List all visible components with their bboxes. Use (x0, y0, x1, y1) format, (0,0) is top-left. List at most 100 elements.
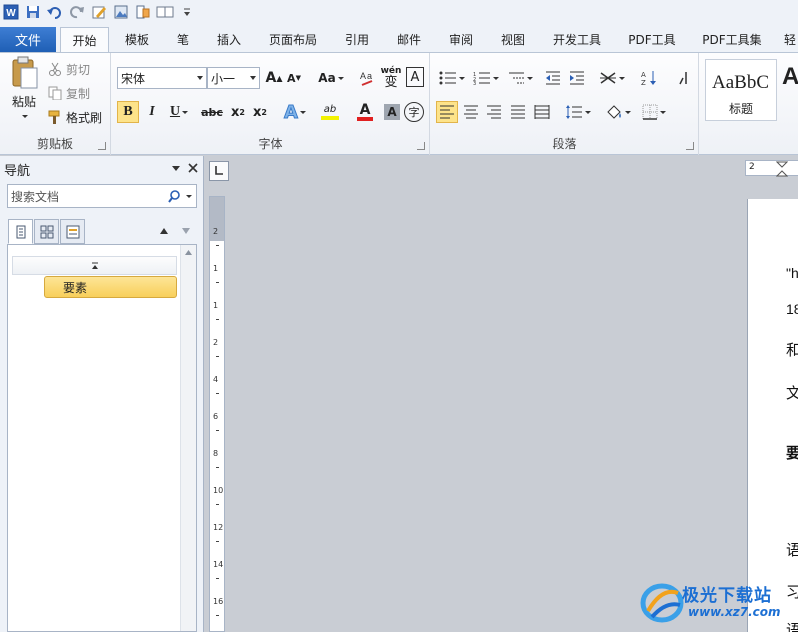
format-painter-button[interactable]: 格式刷 (48, 107, 102, 127)
tab-headings[interactable] (8, 219, 33, 244)
scroll-up-icon[interactable] (184, 249, 193, 256)
bullets-button[interactable] (437, 67, 467, 89)
shrink-font-button[interactable]: A ▼ (285, 68, 303, 88)
borders-button[interactable] (639, 101, 669, 123)
decrease-indent-button[interactable] (543, 67, 563, 89)
vertical-ruler[interactable]: 21124681012141618 (209, 196, 225, 632)
bold-button[interactable]: B (117, 101, 139, 123)
image-icon[interactable] (112, 3, 130, 21)
list-item[interactable]: 要素 (44, 276, 177, 298)
tab-references[interactable]: 引用 (336, 27, 378, 52)
book-icon[interactable] (156, 3, 174, 21)
align-left-button[interactable] (436, 101, 458, 123)
styles-group: AaBbC 标题 A (700, 53, 798, 155)
tab-results[interactable] (60, 219, 85, 244)
underline-button[interactable]: U (165, 101, 193, 123)
customize-icon[interactable] (178, 3, 196, 21)
clear-format-button[interactable]: Aa (358, 67, 378, 89)
paste-button[interactable]: 粘贴 (4, 56, 44, 126)
grow-font-button[interactable]: A ▲ (265, 68, 283, 88)
tab-home[interactable]: 开始 (60, 27, 109, 52)
font-name-value: 宋体 (121, 71, 146, 86)
multilevel-list-button[interactable] (505, 67, 535, 89)
scrollbar[interactable] (180, 245, 196, 631)
undo-icon[interactable] (46, 3, 64, 21)
justify-button[interactable] (507, 101, 529, 123)
close-icon[interactable] (186, 161, 200, 175)
tab-mailings[interactable]: 邮件 (388, 27, 430, 52)
font-name-combo[interactable]: 宋体 (117, 67, 207, 89)
show-marks-button[interactable] (673, 67, 693, 89)
tab-template[interactable]: 模板 (113, 27, 161, 52)
change-case-button[interactable]: Aa (317, 68, 345, 88)
style-heading-tile[interactable]: AaBbC 标题 (705, 59, 777, 121)
tab-page-layout[interactable]: 页面布局 (262, 27, 324, 52)
cut-button[interactable]: 剪切 (48, 59, 90, 79)
font-size-combo[interactable]: 小一 (207, 67, 260, 89)
superscript-mark: 2 (261, 107, 267, 117)
pane-options-icon[interactable] (170, 162, 182, 174)
tab-pen[interactable]: 笔 (167, 27, 199, 52)
tab-insert[interactable]: 插入 (207, 27, 251, 52)
tab-view[interactable]: 视图 (492, 27, 534, 52)
paragraph-launcher-icon[interactable] (686, 142, 694, 150)
tab-file[interactable]: 文件 (0, 27, 56, 52)
italic-button[interactable]: I (143, 101, 161, 123)
search-icon[interactable] (168, 190, 180, 203)
previous-heading-icon[interactable] (158, 225, 170, 237)
increase-indent-button[interactable] (567, 67, 587, 89)
highlight-button[interactable]: ab (313, 101, 347, 123)
tab-review[interactable]: 审阅 (440, 27, 482, 52)
ruler-number: 14 (213, 560, 224, 569)
line-spacing-button[interactable] (563, 101, 593, 123)
search-input[interactable]: 搜索文档 (7, 184, 197, 208)
align-center-button[interactable] (460, 101, 482, 123)
subscript-button[interactable]: x2 (228, 101, 248, 123)
character-border-button[interactable]: A (406, 67, 424, 87)
edit-icon[interactable] (90, 3, 108, 21)
style-next-sample[interactable]: A (782, 63, 798, 91)
scissors-icon (49, 62, 61, 76)
ruler-number: 6 (213, 412, 219, 421)
tab-developer[interactable]: 开发工具 (546, 27, 608, 52)
chinese-layout-button[interactable] (597, 67, 627, 89)
search-dropdown-icon[interactable] (186, 195, 192, 198)
tab-pages[interactable] (34, 219, 59, 244)
align-right-button[interactable] (483, 101, 505, 123)
clipboard-launcher-icon[interactable] (98, 142, 106, 150)
tab-pdf-toolset[interactable]: PDF工具集 (698, 27, 766, 52)
justify-icon (511, 105, 525, 119)
save-icon[interactable] (24, 3, 42, 21)
collapse-all-button[interactable] (12, 256, 177, 275)
shading-button[interactable] (603, 101, 633, 123)
font-group-label: 字体 (258, 137, 283, 151)
redo-icon[interactable] (68, 3, 86, 21)
horizontal-ruler[interactable]: 2 (745, 160, 798, 177)
distributed-button[interactable] (531, 101, 553, 123)
superscript-button[interactable]: x2 (250, 101, 270, 123)
tab-selector[interactable] (209, 161, 229, 181)
sort-button[interactable]: AZ (639, 67, 659, 89)
svg-text:A: A (641, 71, 646, 79)
document-page[interactable]: "h 18 和 文 要 语 习 语 (747, 199, 798, 632)
svg-text:W: W (6, 8, 16, 19)
indent-marker-icon[interactable] (776, 161, 788, 177)
next-heading-icon[interactable] (180, 225, 192, 237)
character-shading-button[interactable]: A (384, 104, 400, 120)
phonetic-guide-button[interactable]: wén 变 (380, 65, 402, 89)
svg-text:A: A (360, 71, 366, 81)
highlight-icon: ab (323, 104, 337, 115)
font-launcher-icon[interactable] (417, 142, 425, 150)
numbering-button[interactable]: 123 (471, 67, 501, 89)
enclose-characters-button[interactable]: 字 (404, 102, 424, 122)
tab-pdf-tools[interactable]: PDF工具 (622, 27, 682, 52)
navigation-title: 导航 (4, 164, 31, 179)
strikethrough-button[interactable]: abc (200, 101, 224, 123)
word-logo-icon[interactable]: W (2, 3, 20, 21)
copy-button[interactable]: 复制 (48, 83, 90, 103)
tab-truncated[interactable]: 轻 (784, 27, 798, 52)
layout-icon[interactable] (134, 3, 152, 21)
font-color-button[interactable]: A (350, 101, 380, 123)
text-effect-button[interactable]: A (280, 101, 310, 123)
headings-icon (16, 225, 25, 238)
